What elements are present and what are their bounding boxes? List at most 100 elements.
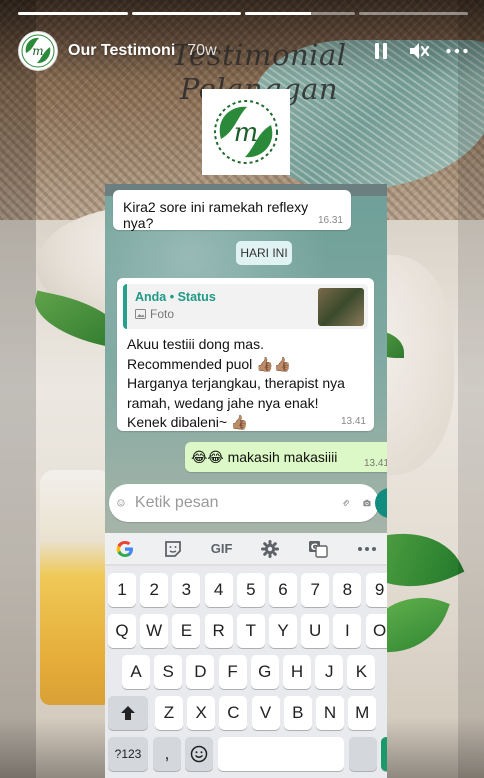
message-time: 13.41 xyxy=(340,416,366,427)
more-icon xyxy=(446,48,468,54)
letter-key-v[interactable]: V xyxy=(251,696,280,730)
chat-screenshot: Kira2 sore ini ramekah reflexy nya? 16.3… xyxy=(105,184,387,778)
letter-key-y[interactable]: Y xyxy=(269,614,297,648)
bottom-row: ?123 , xyxy=(105,737,387,771)
message-line: Recommended puol 👍🏽👍🏽 xyxy=(127,355,292,372)
attach-icon[interactable] xyxy=(342,492,349,514)
photo-icon xyxy=(135,309,146,319)
outgoing-message[interactable]: 😂😂 makasih makasiiii 13.41 xyxy=(185,442,387,472)
letter-key-j[interactable]: J xyxy=(315,655,344,689)
message-text: 😂😂 makasih makasiiii xyxy=(191,448,338,465)
reply-message[interactable]: Anda • Status Foto Akuu testiii dong mas… xyxy=(117,278,374,431)
number-key-4[interactable]: 4 xyxy=(204,573,233,607)
message-line: Kenek dibaleni~ 👍🏽 xyxy=(127,414,249,430)
letter-key-e[interactable]: E xyxy=(172,614,201,648)
number-key-1[interactable]: 1 xyxy=(108,573,136,607)
letter-key-a[interactable]: A xyxy=(122,655,150,689)
letter-key-g[interactable]: G xyxy=(250,655,279,689)
letter-key-x[interactable]: X xyxy=(187,696,216,730)
shift-key[interactable] xyxy=(108,696,148,730)
more-tools-button[interactable] xyxy=(357,537,377,561)
pause-icon xyxy=(375,43,387,59)
google-g-icon xyxy=(116,540,133,557)
number-key-5[interactable]: 5 xyxy=(236,573,265,607)
left-shade xyxy=(0,0,36,778)
letter-key-h[interactable]: H xyxy=(283,655,311,689)
pause-button[interactable] xyxy=(370,40,392,62)
incoming-message[interactable]: Kira2 sore ini ramekah reflexy nya? 16.3… xyxy=(113,190,351,231)
gif-button[interactable]: GIF xyxy=(211,537,233,561)
letter-key-q[interactable]: Q xyxy=(108,614,136,648)
space-key[interactable] xyxy=(218,737,344,771)
letter-key-d[interactable]: D xyxy=(186,655,215,689)
camera-icon[interactable] xyxy=(363,493,371,513)
google-button[interactable] xyxy=(115,537,135,561)
avatar[interactable]: m xyxy=(18,31,58,71)
letter-key-r[interactable]: R xyxy=(204,614,233,648)
date-divider: HARI INI xyxy=(236,241,292,265)
message-body: Akuu testiii dong mas. Recommended puol … xyxy=(117,329,374,451)
number-key-2[interactable]: 2 xyxy=(140,573,169,607)
letter-key-w[interactable]: W xyxy=(140,614,169,648)
svg-text:m: m xyxy=(32,44,43,58)
number-row: 123456789 xyxy=(105,573,387,607)
letter-key-s[interactable]: S xyxy=(154,655,183,689)
letter-key-z[interactable]: Z xyxy=(155,696,183,730)
story-header: m Our Testimoni 70w xyxy=(18,30,468,72)
letter-key-i[interactable]: I xyxy=(333,614,362,648)
number-key-6[interactable]: 6 xyxy=(269,573,297,607)
number-key-8[interactable]: 8 xyxy=(333,573,362,607)
letter-key-c[interactable]: C xyxy=(219,696,248,730)
post-time: 70w xyxy=(187,42,217,59)
letter-key-o[interactable]: O xyxy=(365,614,387,648)
oil-bottle xyxy=(40,470,112,705)
brand-logo: m xyxy=(202,89,290,175)
brand-avatar-icon: m xyxy=(21,34,55,68)
symbols-key[interactable]: ?123 xyxy=(108,737,148,771)
svg-text:m: m xyxy=(234,118,259,148)
period-key[interactable] xyxy=(349,737,377,771)
quoted-status[interactable]: Anda • Status Foto xyxy=(123,284,368,329)
number-key-3[interactable]: 3 xyxy=(172,573,201,607)
sticker-icon xyxy=(164,540,181,557)
sticker-button[interactable] xyxy=(164,537,182,561)
enter-key[interactable] xyxy=(381,737,387,771)
emoji-icon[interactable] xyxy=(117,492,125,514)
settings-button[interactable] xyxy=(261,537,280,561)
message-text: Kira2 sore ini ramekah reflexy nya? xyxy=(123,199,309,231)
letter-row-a: ASDFGHJK xyxy=(105,655,387,689)
letter-key-n[interactable]: N xyxy=(316,696,344,730)
mute-button[interactable] xyxy=(408,40,430,62)
number-key-9[interactable]: 9 xyxy=(365,573,387,607)
letter-row-q: QWERTYUIO xyxy=(105,614,387,648)
message-line: ramah, wedang jahe nya enak! xyxy=(127,394,319,411)
right-shade xyxy=(458,0,484,778)
keyboard-toolbar: GIF G xyxy=(105,533,387,565)
translate-button[interactable]: G xyxy=(308,537,328,561)
emoji-key[interactable] xyxy=(185,737,213,771)
message-time: 13.41 xyxy=(363,458,387,469)
progress-segment xyxy=(131,12,241,15)
letter-key-b[interactable]: B xyxy=(283,696,312,730)
message-input[interactable] xyxy=(124,488,342,518)
account-name[interactable]: Our Testimoni xyxy=(68,42,175,60)
translate-icon: G xyxy=(309,540,328,558)
letter-key-t[interactable]: T xyxy=(236,614,265,648)
letter-key-m[interactable]: M xyxy=(348,696,377,730)
status-thumbnail xyxy=(318,288,364,326)
progress-segment xyxy=(245,12,355,15)
letter-key-k[interactable]: K xyxy=(347,655,376,689)
comma-key[interactable]: , xyxy=(153,737,181,771)
volume-muted-icon xyxy=(410,43,430,59)
letter-row-z: ZXCVBNM xyxy=(105,696,387,730)
quote-subtitle-text: Foto xyxy=(150,307,175,321)
more-button[interactable] xyxy=(446,40,468,62)
message-time: 16.31 xyxy=(317,215,343,226)
leaf-m-logo-icon: m xyxy=(214,100,278,164)
letter-key-f[interactable]: F xyxy=(218,655,247,689)
keyboard: 123456789 QWERTYUIO ASDFGHJK ZXCVBNM ?12… xyxy=(105,566,387,778)
number-key-7[interactable]: 7 xyxy=(301,573,330,607)
letter-key-u[interactable]: U xyxy=(301,614,330,648)
progress-segment xyxy=(358,12,468,15)
more-horizontal-icon xyxy=(357,546,376,551)
